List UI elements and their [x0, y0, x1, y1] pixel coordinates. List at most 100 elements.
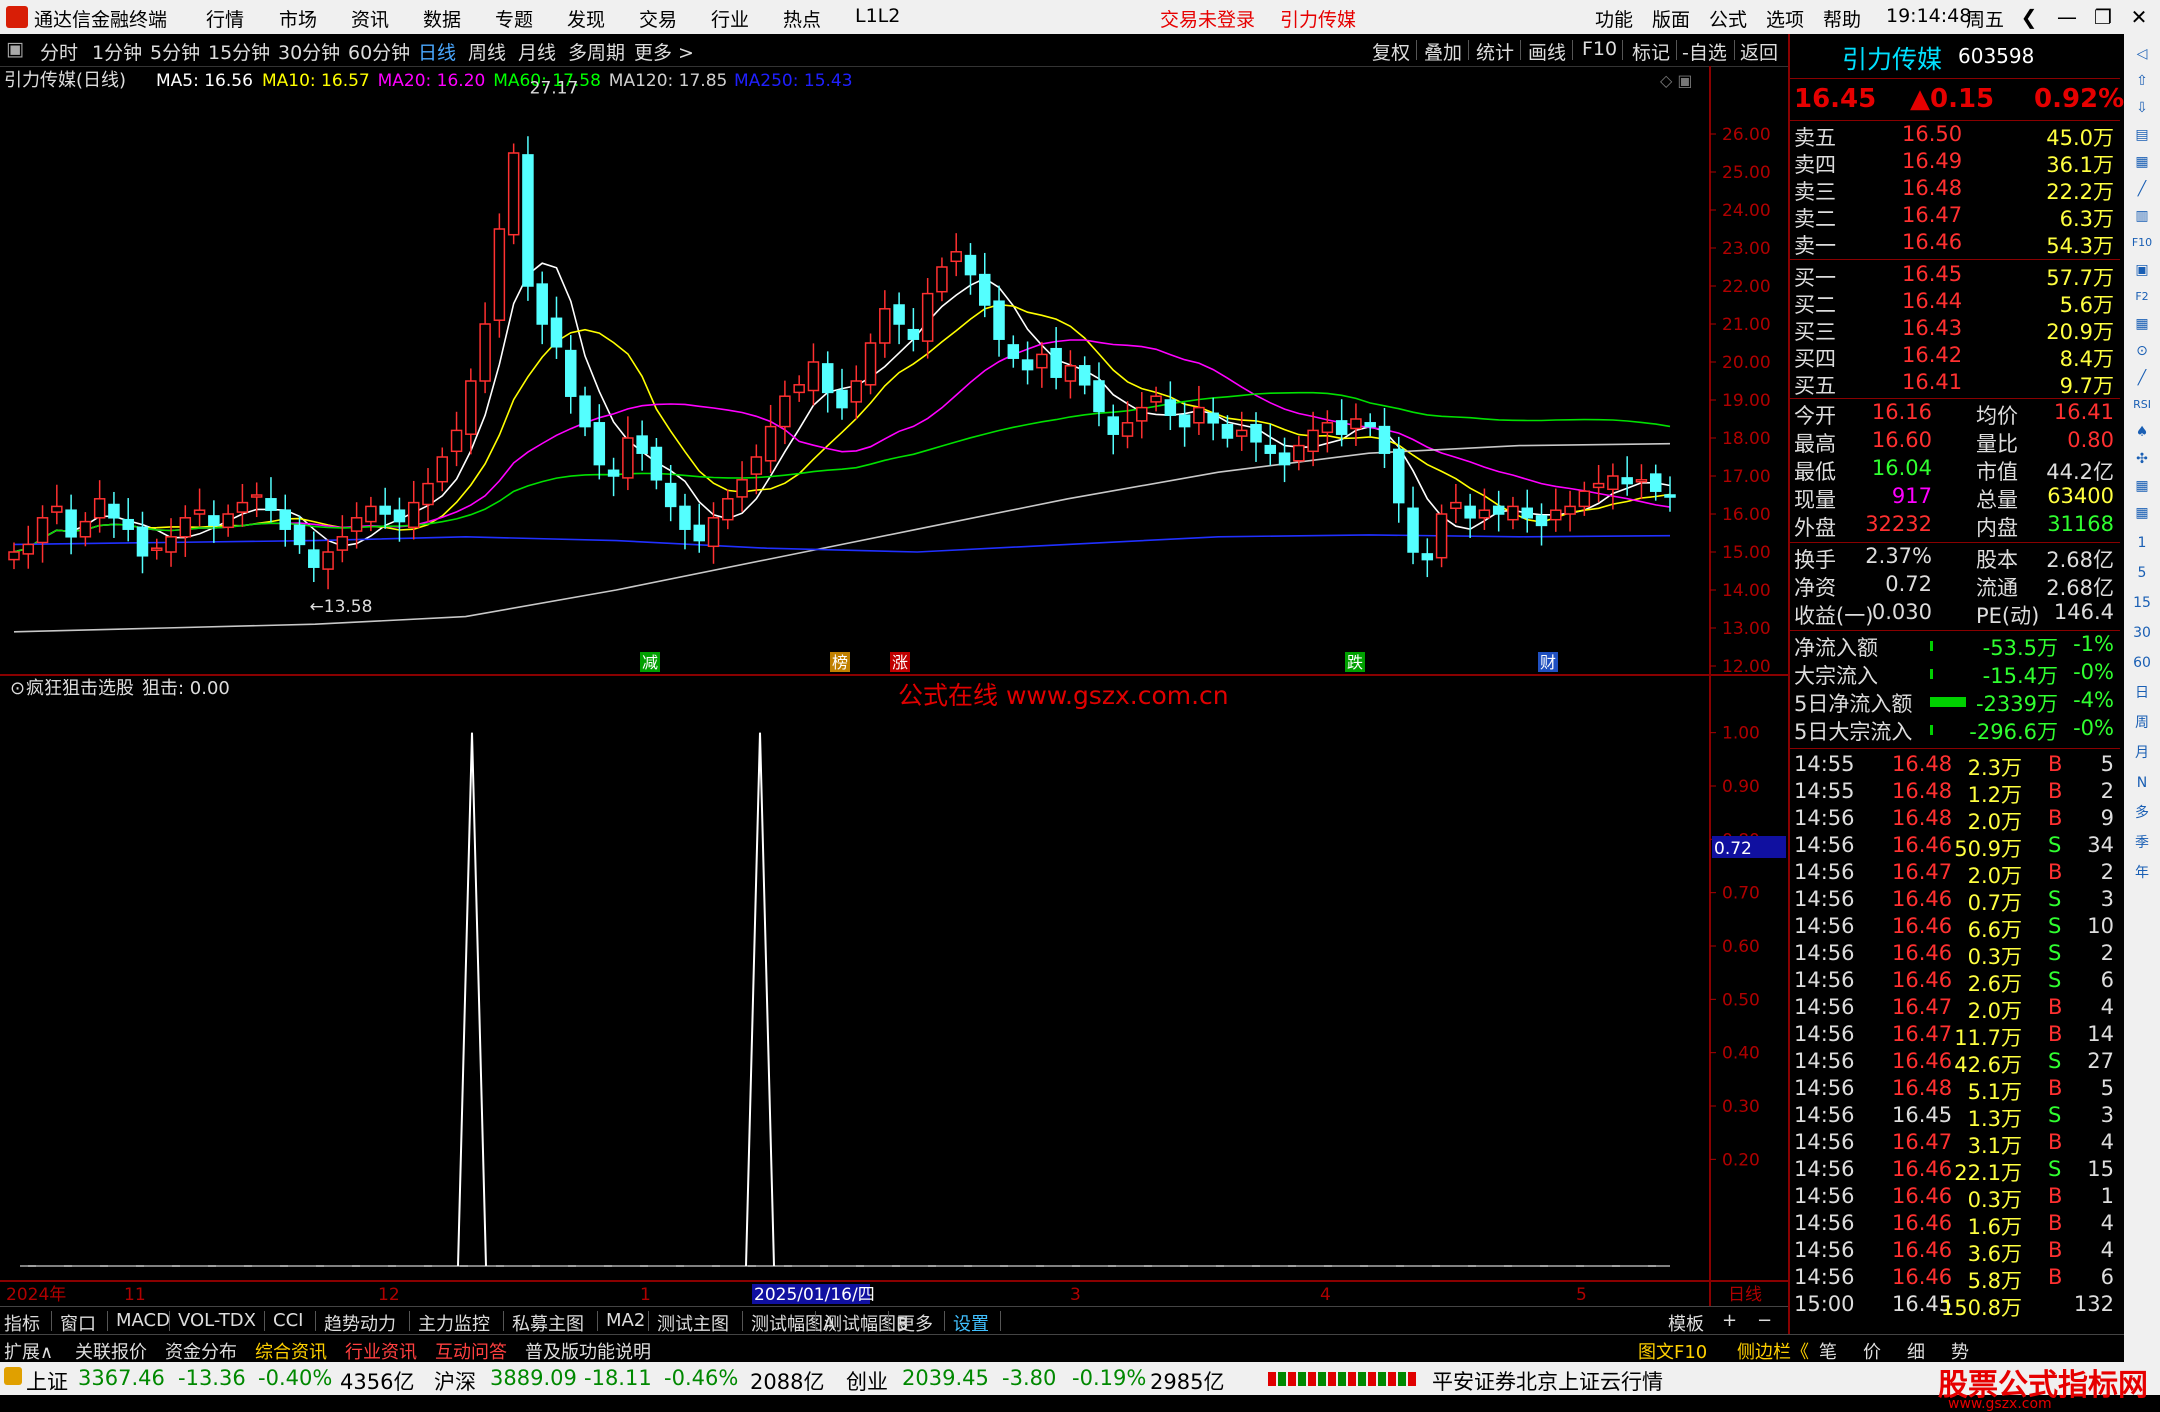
sidebar-icon[interactable]: 多 [2130, 801, 2154, 825]
tab-weekly[interactable]: 周线 [468, 38, 506, 65]
sidebar-icon[interactable]: RSI [2130, 393, 2154, 417]
back-icon[interactable]: ❮ [2012, 3, 2046, 31]
sidebar-icon[interactable]: 年 [2130, 861, 2154, 885]
menu-xuanxiang[interactable]: 选项 [1766, 5, 1804, 32]
tab-30min[interactable]: 30分钟 [278, 38, 340, 65]
sidebar-icon[interactable]: 月 [2130, 741, 2154, 765]
index-hs-name[interactable]: 沪深 [434, 1366, 476, 1396]
minimize-icon[interactable]: — [2050, 3, 2084, 31]
status-menu-icon[interactable] [4, 1367, 22, 1385]
sidebar-icon[interactable]: 1 [2130, 531, 2154, 555]
sidebar-icon[interactable]: ▥ [2130, 204, 2154, 228]
sidebar-icon[interactable]: 5 [2130, 561, 2154, 585]
sidebar-icon[interactable]: ⊙ [2130, 339, 2154, 363]
sidebar-icon[interactable]: ▣ [2130, 258, 2154, 282]
btn-diejia[interactable]: 叠加 [1424, 38, 1462, 65]
extension-tab[interactable]: 资金分布 [165, 1338, 237, 1364]
template-tab[interactable]: − [1757, 1310, 1772, 1331]
extension-tab[interactable]: 行业资讯 [345, 1338, 417, 1364]
kline-chart[interactable]: 26.00 25.00 24.00 23.00 22.00 21.00 20.00 19.00… [0, 66, 1788, 1306]
sidebar-icon[interactable]: 季 [2130, 831, 2154, 855]
extension-tab[interactable]: 扩展∧ [4, 1338, 53, 1364]
extension-tab[interactable]: 互动问答 [435, 1338, 507, 1364]
sidebar-icon[interactable]: ◁ [2130, 42, 2154, 66]
menu-faxian[interactable]: 发现 [567, 5, 605, 32]
menu-hangye[interactable]: 行业 [711, 5, 749, 32]
menu-banmian[interactable]: 版面 [1652, 5, 1690, 32]
login-status[interactable]: 交易未登录 [1160, 5, 1255, 32]
sidebar-icon[interactable]: ╱ [2130, 177, 2154, 201]
menu-l1l2[interactable]: L1L2 [855, 5, 900, 27]
sidebar-icon[interactable]: ⇧ [2130, 69, 2154, 93]
sidebar-icon[interactable]: ⇩ [2130, 96, 2154, 120]
tab-5min[interactable]: 5分钟 [150, 38, 200, 65]
indicator-tab[interactable]: 测试幅图A [751, 1310, 835, 1336]
btn-biaoji[interactable]: 标记 [1632, 38, 1670, 65]
sidebar-icon[interactable]: ▦ [2130, 501, 2154, 525]
indicator-tab[interactable]: 测试幅图B [824, 1310, 908, 1336]
sidebar-icon[interactable]: N [2130, 771, 2154, 795]
chart-expand-icon[interactable]: ◇ ▣ [1660, 71, 1693, 90]
indicator-tab[interactable]: 私募主图 [512, 1310, 584, 1336]
btn-fanhui[interactable]: 返回 [1740, 38, 1778, 65]
indicator-tab[interactable]: 测试主图 [657, 1310, 729, 1336]
sidebar-icon[interactable]: ✣ [2130, 447, 2154, 471]
sidebar-icon[interactable]: F10 [2130, 231, 2154, 255]
sidebar-icon[interactable]: ▤ [2130, 123, 2154, 147]
side-tab[interactable]: 价 [1863, 1338, 1881, 1364]
side-tab[interactable]: 侧边栏《 [1737, 1338, 1809, 1364]
close-icon[interactable]: ✕ [2122, 3, 2156, 31]
template-tab[interactable]: + [1722, 1310, 1737, 1331]
sidebar-icon[interactable]: ▦ [2130, 150, 2154, 174]
side-tab[interactable]: 图文F10 [1638, 1338, 1707, 1364]
tab-1min[interactable]: 1分钟 [92, 38, 142, 65]
menu-gongneng[interactable]: 功能 [1595, 5, 1633, 32]
menu-shuju[interactable]: 数据 [423, 5, 461, 32]
sidebar-icon[interactable]: ▦ [2130, 312, 2154, 336]
menu-zhuanti[interactable]: 专题 [495, 5, 533, 32]
indicator-tab[interactable]: 主力监控 [418, 1310, 490, 1336]
tab-15min[interactable]: 15分钟 [208, 38, 270, 65]
menu-shichang[interactable]: 市场 [279, 5, 317, 32]
indicator-tab[interactable]: MA2 [606, 1310, 645, 1331]
maximize-icon[interactable]: ❐ [2086, 3, 2120, 31]
extension-tab[interactable]: 普及版功能说明 [525, 1338, 651, 1364]
menu-hangqing[interactable]: 行情 [206, 5, 244, 32]
index-sh-name[interactable]: 上证 [26, 1366, 68, 1396]
indicator-tab[interactable]: 更多 [897, 1310, 933, 1336]
btn-tongji[interactable]: 统计 [1476, 38, 1514, 65]
sidebar-icon[interactable]: 30 [2130, 621, 2154, 645]
template-tab[interactable]: 模板 [1668, 1310, 1704, 1336]
sidebar-icon[interactable]: 周 [2130, 711, 2154, 735]
indicator-tab[interactable]: 设置 [953, 1310, 989, 1336]
side-tab[interactable]: 笔 [1819, 1338, 1837, 1364]
indicator-tab[interactable]: CCI [273, 1310, 303, 1331]
sidebar-icon[interactable]: F2 [2130, 285, 2154, 309]
menu-jiaoyi[interactable]: 交易 [639, 5, 677, 32]
btn-zixuan[interactable]: -自选 [1682, 38, 1727, 65]
tab-60min[interactable]: 60分钟 [348, 38, 410, 65]
tab-multi-period[interactable]: 多周期 [568, 38, 625, 65]
tab-fenshi[interactable]: 分时 [40, 38, 78, 65]
sidebar-icon[interactable]: 15 [2130, 591, 2154, 615]
extension-tab[interactable]: 综合资讯 [255, 1338, 327, 1364]
indicator-tab[interactable]: MACD [116, 1310, 170, 1331]
sidebar-icon[interactable]: ♠ [2130, 420, 2154, 444]
indicator-tab[interactable]: VOL-TDX [178, 1310, 256, 1331]
sidebar-icon[interactable]: 60 [2130, 651, 2154, 675]
index-cy-name[interactable]: 创业 [846, 1366, 888, 1396]
menu-zixun[interactable]: 资讯 [351, 5, 389, 32]
extension-tab[interactable]: 关联报价 [75, 1338, 147, 1364]
tab-daily[interactable]: 日线 [418, 38, 456, 65]
menu-gongshi[interactable]: 公式 [1709, 5, 1747, 32]
btn-fuquan[interactable]: 复权 [1372, 38, 1410, 65]
btn-huaxian[interactable]: 画线 [1528, 38, 1566, 65]
tab-monthly[interactable]: 月线 [518, 38, 556, 65]
menu-redian[interactable]: 热点 [783, 5, 821, 32]
btn-f10[interactable]: F10 [1582, 38, 1617, 60]
sidebar-icon[interactable]: 日 [2130, 681, 2154, 705]
sidebar-icon[interactable]: ▦ [2130, 474, 2154, 498]
sidebar-icon[interactable]: ╱ [2130, 366, 2154, 390]
menu-bangzhu[interactable]: 帮助 [1823, 5, 1861, 32]
side-tab[interactable]: 细 [1907, 1338, 1925, 1364]
